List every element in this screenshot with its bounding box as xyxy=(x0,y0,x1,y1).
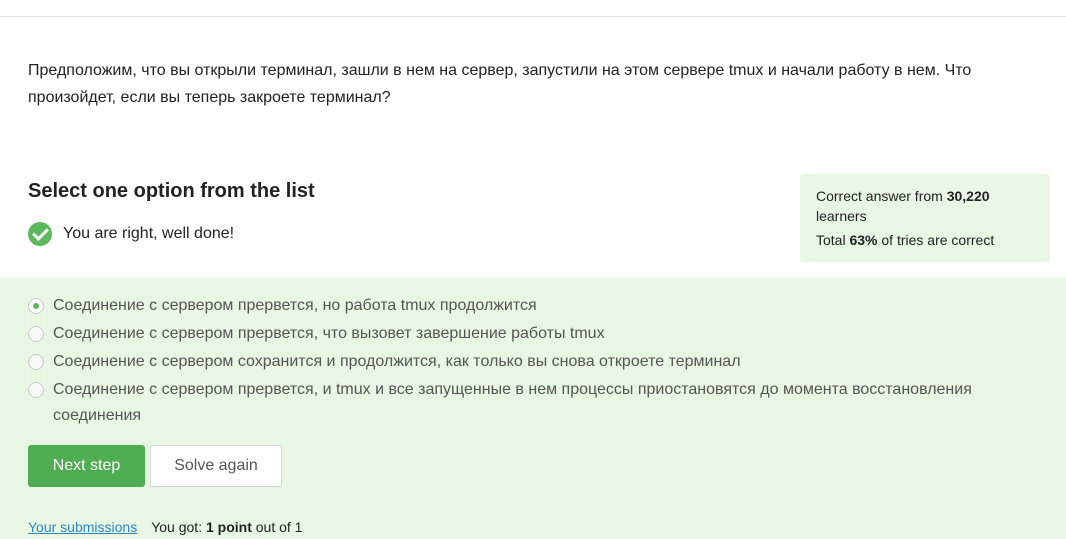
score-suffix: out of 1 xyxy=(251,519,303,535)
options-list: Соединение с сервером прервется, но рабо… xyxy=(28,293,1038,431)
option-label: Соединение с сервером прервется, и tmux … xyxy=(53,381,972,424)
stats-percent: 63% xyxy=(849,232,878,248)
next-step-button[interactable]: Next step xyxy=(28,445,145,487)
stats-learners-count: 30,220 xyxy=(946,188,990,204)
option-item[interactable]: Соединение с сервером сохранится и продо… xyxy=(28,349,1038,375)
option-item[interactable]: Соединение с сервером прервется, что выз… xyxy=(28,321,1038,347)
your-submissions-link[interactable]: Your submissions xyxy=(28,519,137,535)
question-text: Предположим, что вы открыли терминал, за… xyxy=(28,62,972,106)
result-feedback: You are right, well done! xyxy=(28,222,234,246)
score-prefix: You got: xyxy=(151,519,206,535)
stats-panel: Correct answer from 30,220 learners Total… xyxy=(800,174,1050,262)
stats-learners-suffix: learners xyxy=(816,208,867,224)
step-page: Предположим, что вы открыли терминал, за… xyxy=(0,0,1066,539)
stats-total-suffix: of tries are correct xyxy=(877,232,995,248)
top-divider xyxy=(0,16,1066,17)
check-circle-icon xyxy=(28,222,52,246)
radio-button[interactable] xyxy=(28,354,44,370)
score-text: You got: 1 point out of 1 xyxy=(151,519,302,535)
option-item[interactable]: Соединение с сервером прервется, и tmux … xyxy=(28,377,1038,429)
result-message: You are right, well done! xyxy=(63,225,235,242)
option-label: Соединение с сервером прервется, что выз… xyxy=(53,325,605,342)
option-item[interactable]: Соединение с сервером прервется, но рабо… xyxy=(28,293,1038,319)
option-label: Соединение с сервером прервется, но рабо… xyxy=(53,297,537,314)
stats-learners: Correct answer from 30,220 learners xyxy=(816,186,1034,226)
section-title: Select one option from the list xyxy=(28,180,315,202)
submission-footer: Your submissions You got: 1 point out of… xyxy=(28,519,302,535)
solve-again-button[interactable]: Solve again xyxy=(150,445,282,487)
stats-correct-prefix: Correct answer from xyxy=(816,188,947,204)
option-label: Соединение с сервером сохранится и продо… xyxy=(53,353,741,370)
radio-button[interactable] xyxy=(28,382,44,398)
action-buttons: Next step Solve again xyxy=(28,445,282,487)
radio-button[interactable] xyxy=(28,326,44,342)
stats-total: Total 63% of tries are correct xyxy=(816,230,1034,250)
stats-total-prefix: Total xyxy=(816,232,850,248)
radio-button-selected[interactable] xyxy=(28,298,44,314)
score-points: 1 point xyxy=(205,519,252,535)
